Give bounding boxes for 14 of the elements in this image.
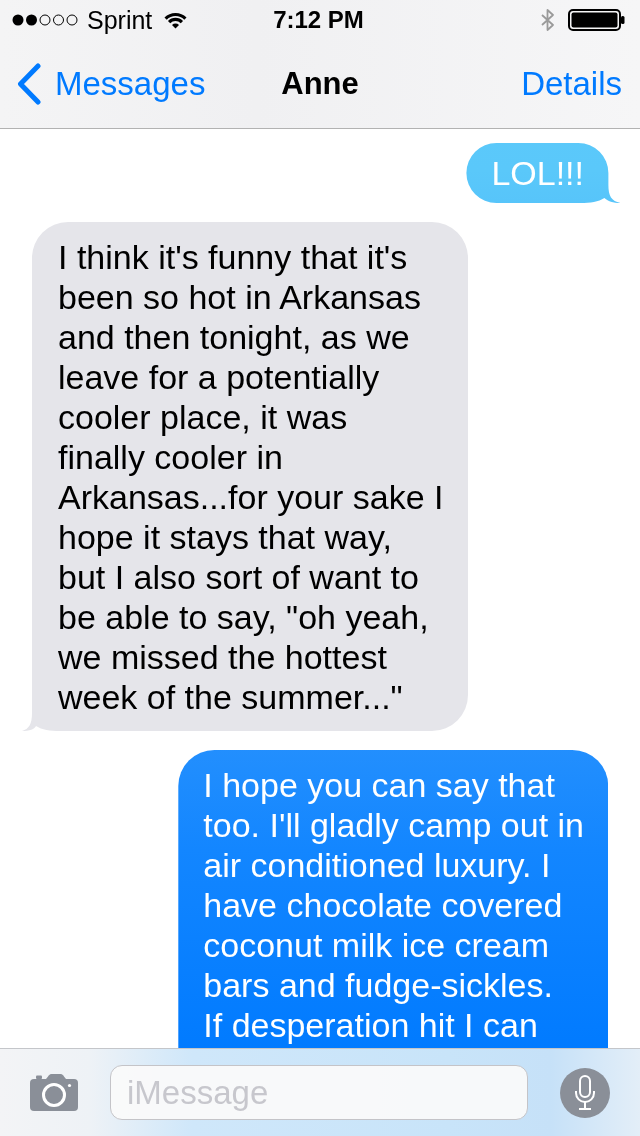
bluetooth-icon — [540, 8, 556, 32]
back-button[interactable]: Messages — [17, 63, 206, 105]
details-button[interactable]: Details — [521, 64, 622, 104]
signal-strength-icon — [12, 14, 79, 26]
contact-name: Anne — [281, 65, 359, 103]
microphone-icon — [574, 1074, 596, 1111]
wifi-icon — [163, 11, 189, 29]
chevron-left-icon — [17, 63, 41, 105]
status-time: 7:12 PM — [273, 5, 364, 35]
camera-icon[interactable] — [30, 1074, 78, 1111]
battery-icon — [568, 9, 625, 31]
message-bubble: I hope you can say that too. I'll gladly camp out in air conditioned luxury. I have chocolate covered coconut milk ice cream bars and fudge-sickles. If desperation hit I can — [178, 750, 608, 1048]
dictation-button[interactable] — [560, 1067, 610, 1118]
carrier-name: Sprint — [87, 5, 153, 35]
